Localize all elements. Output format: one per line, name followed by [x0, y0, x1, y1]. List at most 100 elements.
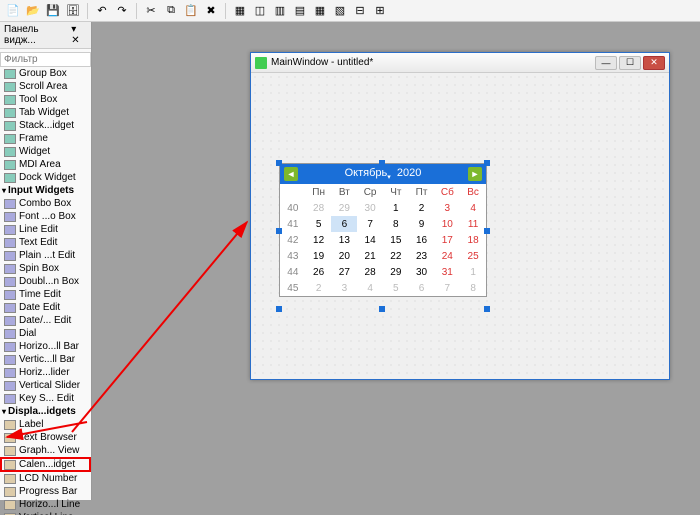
calendar-day[interactable]: 12	[306, 232, 332, 248]
calendar-grid[interactable]: ПнВтСрЧтПтСбВс 4028293012344156789101142…	[280, 184, 486, 296]
widget-item[interactable]: Date Edit	[0, 301, 91, 314]
widget-filter-input[interactable]	[0, 52, 91, 67]
widget-item[interactable]: Text Browser	[0, 431, 91, 444]
resize-handle[interactable]	[484, 228, 490, 234]
prev-month-button[interactable]: ◄	[284, 167, 298, 181]
widget-item[interactable]: Horiz...lider	[0, 366, 91, 379]
widget-item[interactable]: Tool Box	[0, 93, 91, 106]
calendar-day[interactable]: 21	[357, 248, 383, 264]
widget-item[interactable]: Dial	[0, 327, 91, 340]
paste-button[interactable]: 📋	[182, 2, 200, 20]
save-button[interactable]: 💾	[44, 2, 62, 20]
grid-button[interactable]: ▦	[231, 2, 249, 20]
resize-handle[interactable]	[276, 306, 282, 312]
calendar-day[interactable]: 2	[409, 200, 435, 216]
calendar-day[interactable]: 8	[383, 216, 409, 232]
calendar-day[interactable]: 29	[331, 200, 357, 216]
minimize-button[interactable]: —	[595, 56, 617, 70]
widget-item[interactable]: Frame	[0, 132, 91, 145]
break-button[interactable]: ⊟	[351, 2, 369, 20]
calendar-day[interactable]: 3	[331, 280, 357, 296]
widget-item[interactable]: Vertical Line	[0, 511, 91, 515]
widget-item[interactable]: Spin Box	[0, 262, 91, 275]
flayout-button[interactable]: ▧	[331, 2, 349, 20]
widget-item[interactable]: Graph... View	[0, 444, 91, 457]
calendar-day[interactable]: 18	[460, 232, 486, 248]
new-button[interactable]: 📄	[4, 2, 22, 20]
calendar-day[interactable]: 2	[306, 280, 332, 296]
calendar-day[interactable]: 4	[357, 280, 383, 296]
widget-item[interactable]: Text Edit	[0, 236, 91, 249]
calendar-day[interactable]: 7	[357, 216, 383, 232]
widget-item[interactable]: Progress Bar	[0, 485, 91, 498]
widget-item[interactable]: Date/... Edit	[0, 314, 91, 327]
calendar-day[interactable]: 22	[383, 248, 409, 264]
calendar-day[interactable]: 30	[409, 264, 435, 280]
delete-button[interactable]: ✖	[202, 2, 220, 20]
copy-button[interactable]: ⧉	[162, 2, 180, 20]
resize-handle[interactable]	[276, 160, 282, 166]
widget-item[interactable]: Tab Widget	[0, 106, 91, 119]
cut-button[interactable]: ✂	[142, 2, 160, 20]
resize-handle[interactable]	[484, 160, 490, 166]
calendar-day[interactable]: 11	[460, 216, 486, 232]
calendar-day[interactable]: 10	[434, 216, 460, 232]
redo-button[interactable]: ↷	[113, 2, 131, 20]
widget-item[interactable]: LCD Number	[0, 472, 91, 485]
widget-item[interactable]: Vertic...ll Bar	[0, 353, 91, 366]
widget-item[interactable]: Dock Widget	[0, 171, 91, 184]
widget-item[interactable]: Key S... Edit	[0, 392, 91, 405]
close-button[interactable]: ✕	[643, 56, 665, 70]
resize-handle[interactable]	[379, 160, 385, 166]
calendar-day[interactable]: 1	[383, 200, 409, 216]
widget-category[interactable]: ▾ Displa...idgets	[0, 405, 91, 418]
calendar-day[interactable]: 6	[331, 216, 357, 232]
calendar-day[interactable]: 17	[434, 232, 460, 248]
calendar-day[interactable]: 31	[434, 264, 460, 280]
widget-item[interactable]: Time Edit	[0, 288, 91, 301]
undo-button[interactable]: ↶	[93, 2, 111, 20]
calendar-day[interactable]: 8	[460, 280, 486, 296]
calendar-widget[interactable]: ◄ Октябрь▾ 2020 ► ПнВтСрЧтПтСбВс 4028293…	[279, 163, 487, 297]
widget-item[interactable]: MDI Area	[0, 158, 91, 171]
calendar-day[interactable]: 26	[306, 264, 332, 280]
calendar-day[interactable]: 5	[383, 280, 409, 296]
calendar-day[interactable]: 28	[306, 200, 332, 216]
calendar-day[interactable]: 14	[357, 232, 383, 248]
resize-handle[interactable]	[276, 228, 282, 234]
resize-handle[interactable]	[484, 306, 490, 312]
calendar-day[interactable]: 16	[409, 232, 435, 248]
calendar-day[interactable]: 29	[383, 264, 409, 280]
calendar-day[interactable]: 24	[434, 248, 460, 264]
calendar-day[interactable]: 7	[434, 280, 460, 296]
save-all-button[interactable]: 🗄	[64, 2, 82, 20]
calendar-day[interactable]: 25	[460, 248, 486, 264]
calendar-month-year[interactable]: Октябрь▾ 2020	[345, 167, 422, 181]
widget-item[interactable]: Horizo...ll Bar	[0, 340, 91, 353]
calendar-day[interactable]: 27	[331, 264, 357, 280]
calendar-day[interactable]: 3	[434, 200, 460, 216]
calendar-day[interactable]: 20	[331, 248, 357, 264]
widget-item[interactable]: Vertical Slider	[0, 379, 91, 392]
calendar-day[interactable]: 28	[357, 264, 383, 280]
calendar-day[interactable]: 6	[409, 280, 435, 296]
widget-item[interactable]: Font ...o Box	[0, 210, 91, 223]
widget-item[interactable]: Scroll Area	[0, 80, 91, 93]
adjust-button[interactable]: ⊞	[371, 2, 389, 20]
maximize-button[interactable]: ☐	[619, 56, 641, 70]
widget-item[interactable]: Widget	[0, 145, 91, 158]
open-button[interactable]: 📂	[24, 2, 42, 20]
calendar-day[interactable]: 15	[383, 232, 409, 248]
panel-close-icon[interactable]: ▾ ✕	[71, 24, 87, 46]
glayout-button[interactable]: ▦	[311, 2, 329, 20]
vlayout-button[interactable]: ▤	[291, 2, 309, 20]
calendar-day[interactable]: 5	[306, 216, 332, 232]
snap-button[interactable]: ◫	[251, 2, 269, 20]
calendar-day[interactable]: 13	[331, 232, 357, 248]
widget-item[interactable]: Line Edit	[0, 223, 91, 236]
widget-category[interactable]: ▾ Input Widgets	[0, 184, 91, 197]
widget-item[interactable]: Stack...idget	[0, 119, 91, 132]
calendar-day[interactable]: 4	[460, 200, 486, 216]
hlayout-button[interactable]: ▥	[271, 2, 289, 20]
calendar-day[interactable]: 23	[409, 248, 435, 264]
